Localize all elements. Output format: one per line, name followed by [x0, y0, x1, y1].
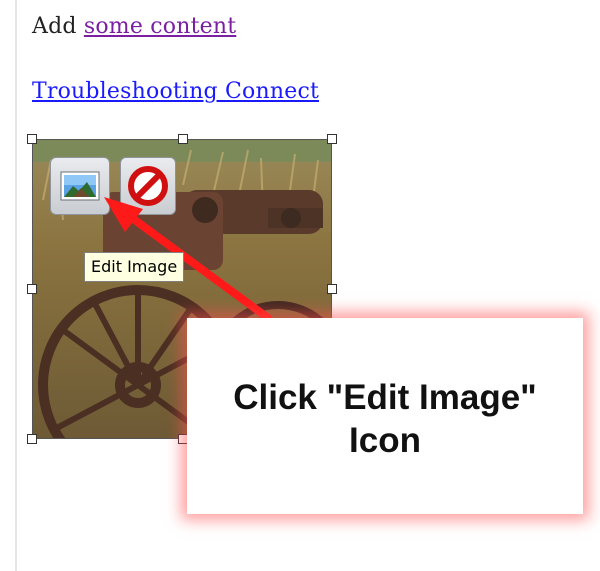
troubleshooting-connect-link[interactable]: Troubleshooting Connect — [32, 79, 319, 104]
resize-handle-top-center[interactable] — [178, 134, 188, 144]
resize-handle-middle-left[interactable] — [27, 284, 37, 294]
edit-image-button[interactable] — [50, 157, 110, 215]
callout-line-2: Icon — [349, 421, 421, 460]
edit-image-icon — [60, 171, 100, 201]
delete-image-button[interactable] — [120, 157, 176, 215]
resize-handle-top-left[interactable] — [27, 134, 37, 144]
editor-left-border — [15, 0, 17, 571]
troubleshooting-line: Troubleshooting Connect — [32, 79, 319, 104]
add-content-line: Add some content — [32, 14, 236, 39]
callout-line-1: Click "Edit Image" — [233, 378, 537, 417]
resize-handle-top-right[interactable] — [327, 134, 337, 144]
instruction-callout: Click "Edit Image" Icon — [187, 318, 583, 514]
callout-text: Click "Edit Image" Icon — [187, 376, 583, 462]
delete-image-icon — [128, 166, 168, 206]
resize-handle-middle-right[interactable] — [327, 284, 337, 294]
edit-image-tooltip: Edit Image — [84, 252, 185, 282]
add-prefix-text: Add — [32, 14, 84, 39]
some-content-link[interactable]: some content — [84, 14, 236, 39]
resize-handle-bottom-left[interactable] — [27, 434, 37, 444]
